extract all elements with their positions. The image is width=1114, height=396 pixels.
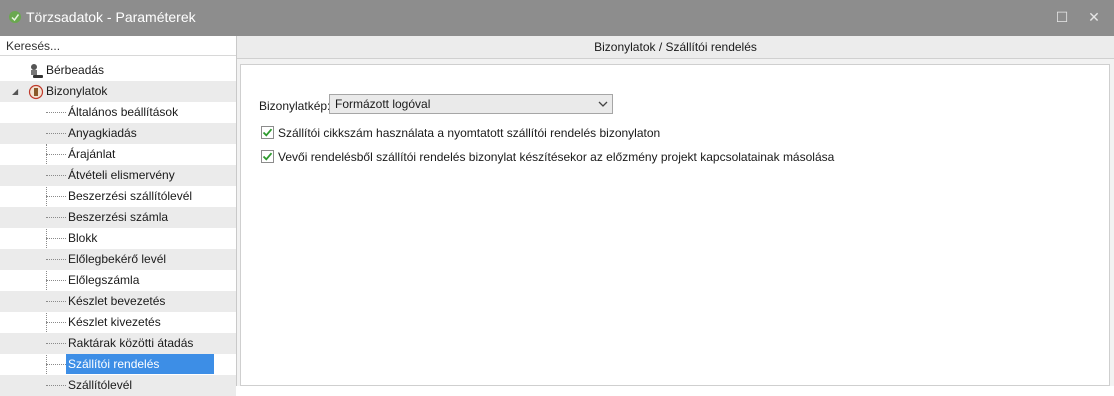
tree-item-berbeadas[interactable]: Bérbeadás bbox=[0, 60, 236, 81]
window-title: Törzsadatok - Paraméterek bbox=[26, 9, 196, 25]
tree-connector bbox=[46, 280, 66, 281]
chevron-down-icon bbox=[598, 101, 608, 107]
tree-item-label: Bérbeadás bbox=[46, 63, 105, 77]
tree-connector bbox=[46, 322, 66, 323]
documents-icon bbox=[28, 84, 44, 100]
checkmark-icon bbox=[262, 128, 273, 137]
tree-item-atveteli-elismerveny[interactable]: Átvételi elismervény bbox=[0, 165, 236, 186]
tree-connector bbox=[46, 196, 66, 197]
tree-connector bbox=[46, 112, 66, 113]
tree-item-keszlet-bevezetes[interactable]: Készlet bevezetés bbox=[0, 291, 236, 312]
szallitoi-cikkszam-label: Szállítói cikkszám használata a nyomtato… bbox=[278, 126, 661, 140]
bizonylatkep-label: Bizonylatkép: bbox=[259, 99, 331, 113]
tree-item-label: Beszerzési szállítólevél bbox=[68, 189, 193, 203]
tree-item-label: Szállítói rendelés bbox=[66, 354, 162, 374]
collapse-arrow-icon[interactable]: ◢ bbox=[12, 81, 18, 102]
projekt-kapcsolatok-label: Vevői rendelésből szállítói rendelés biz… bbox=[278, 150, 835, 164]
close-button[interactable]: ✕ bbox=[1086, 9, 1102, 25]
tree-item-label: Előlegszámla bbox=[68, 273, 140, 287]
tree-item-label: Készlet bevezetés bbox=[68, 294, 166, 308]
settings-content: Bizonylatkép: Formázott logóval Szállító… bbox=[240, 64, 1110, 386]
tree-item-label: Blokk bbox=[68, 231, 98, 245]
rental-icon bbox=[31, 64, 43, 78]
projekt-kapcsolatok-checkbox[interactable] bbox=[261, 150, 274, 163]
navigation-tree: Bérbeadás ◢ Bizonylatok Általános beállí… bbox=[0, 60, 236, 396]
tree-connector bbox=[46, 238, 66, 239]
tree-item-label: Raktárak közötti átadás bbox=[68, 336, 194, 350]
tree-item-szallitoi-rendeles[interactable]: Szállítói rendelés bbox=[0, 354, 236, 375]
breadcrumb: Bizonylatok / Szállítói rendelés bbox=[237, 36, 1114, 59]
tree-connector bbox=[46, 364, 66, 365]
settings-panel: Bizonylatok / Szállítói rendelés Bizonyl… bbox=[237, 36, 1114, 386]
search-input[interactable] bbox=[0, 36, 236, 56]
tree-item-label: Átvételi elismervény bbox=[68, 168, 175, 182]
bizonylatkep-value: Formázott logóval bbox=[335, 97, 431, 111]
tree-item-bizonylatok[interactable]: ◢ Bizonylatok bbox=[0, 81, 236, 102]
tree-item-blokk[interactable]: Blokk bbox=[0, 228, 236, 249]
tree-item-elolegbekero-level[interactable]: Előlegbekérő levél bbox=[0, 249, 236, 270]
tree-item-label: Bizonylatok bbox=[46, 84, 108, 98]
tree-item-keszlet-kivezetes[interactable]: Készlet kivezetés bbox=[0, 312, 236, 333]
app-icon bbox=[9, 11, 21, 23]
tree-connector bbox=[46, 133, 66, 134]
tree-item-label: Készlet kivezetés bbox=[68, 315, 161, 329]
tree-item-label: Előlegbekérő levél bbox=[68, 252, 167, 266]
tree-item-label: Árajánlat bbox=[68, 147, 116, 161]
navigation-panel: Bérbeadás ◢ Bizonylatok Általános beállí… bbox=[0, 36, 237, 396]
tree-item-label: Beszerzési számla bbox=[68, 210, 169, 224]
tree-item-label: Általános beállítások bbox=[68, 105, 179, 119]
tree-item-raktarak-kozotti-atadas[interactable]: Raktárak közötti átadás bbox=[0, 333, 236, 354]
checkmark-icon bbox=[262, 152, 273, 161]
title-bar: Törzsadatok - Paraméterek ☐ ✕ bbox=[0, 0, 1114, 36]
tree-connector bbox=[46, 154, 66, 155]
tree-connector bbox=[46, 175, 66, 176]
tree-item-elolegszamla[interactable]: Előlegszámla bbox=[0, 270, 236, 291]
tree-item-altalanos-beallitasok[interactable]: Általános beállítások bbox=[0, 102, 236, 123]
tree-connector bbox=[46, 217, 66, 218]
tree-item-arajanlat[interactable]: Árajánlat bbox=[0, 144, 236, 165]
tree-connector bbox=[46, 259, 66, 260]
tree-item-label: Anyagkiadás bbox=[68, 126, 137, 140]
tree-item-beszerzesi-szamla[interactable]: Beszerzési számla bbox=[0, 207, 236, 228]
szallitoi-cikkszam-checkbox[interactable] bbox=[261, 126, 274, 139]
tree-connector bbox=[46, 301, 66, 302]
maximize-button[interactable]: ☐ bbox=[1054, 9, 1070, 25]
tree-connector bbox=[46, 343, 66, 344]
bizonylatkep-select[interactable]: Formázott logóval bbox=[329, 94, 613, 114]
tree-item-beszerzesi-szallitolevel[interactable]: Beszerzési szállítólevél bbox=[0, 186, 236, 207]
tree-item-anyagkiadas[interactable]: Anyagkiadás bbox=[0, 123, 236, 144]
